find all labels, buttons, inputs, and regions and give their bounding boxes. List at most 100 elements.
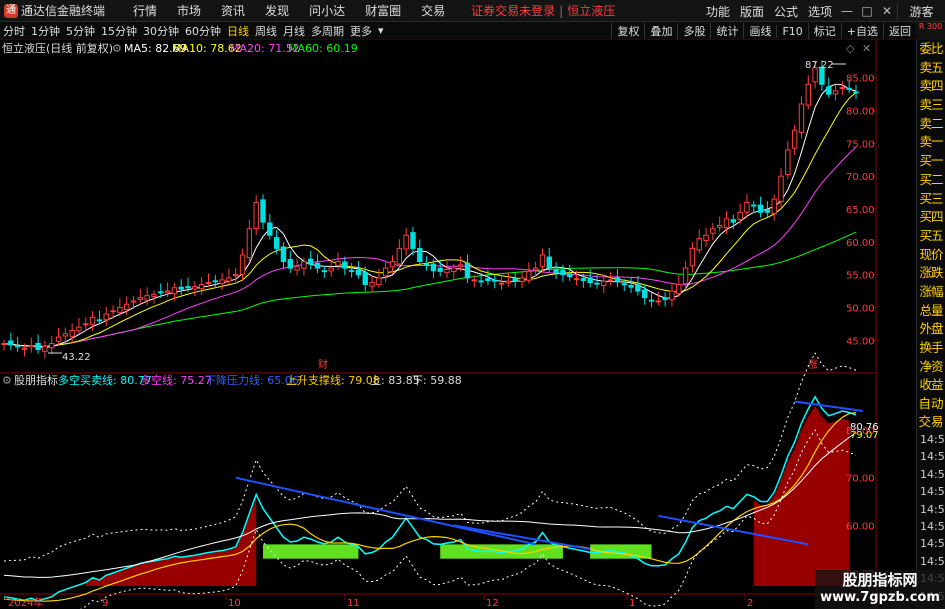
menu-trade[interactable]: 交易	[411, 2, 455, 19]
candle-body	[382, 267, 389, 277]
side-tab-9[interactable]: 买四	[917, 208, 945, 227]
candle-body	[335, 261, 341, 266]
period-15min[interactable]: 15分钟	[98, 23, 140, 39]
candle-body	[655, 300, 662, 303]
kline-chart[interactable]: 恒立液压(日线 前复权) ⚙ MA5: 82.69 MA10: 78.62 MA…	[0, 40, 916, 609]
candle-body	[348, 270, 355, 273]
indicator-area	[3, 352, 863, 609]
menu-discover[interactable]: 发现	[255, 2, 299, 19]
side-tab-5[interactable]: 卖一	[917, 133, 945, 152]
add-watchlist-button[interactable]: +自选	[840, 23, 883, 39]
ma60-line	[3, 231, 857, 347]
candle-body	[512, 278, 518, 282]
side-tab-4[interactable]: 卖二	[917, 115, 945, 134]
period-60min[interactable]: 60分钟	[182, 23, 224, 39]
separator: |	[559, 3, 564, 18]
multi-stock-button[interactable]: 多股	[677, 23, 710, 39]
menu-market[interactable]: 市场	[167, 2, 211, 19]
side-tab-16[interactable]: 换手	[917, 339, 945, 358]
candle-body	[751, 204, 757, 207]
side-tab-7[interactable]: 买二	[917, 171, 945, 190]
draw-line-button[interactable]: 画线	[743, 23, 776, 39]
side-tab-8[interactable]: 买三	[917, 190, 945, 209]
main-y-tick: 85.00	[846, 74, 875, 85]
side-tab-17[interactable]: 净资	[917, 358, 945, 377]
candle-body	[328, 267, 334, 272]
side-tab-14[interactable]: 总量	[917, 302, 945, 321]
side-tab-auto[interactable]: 自动	[917, 395, 945, 413]
period-monthly[interactable]: 月线	[280, 23, 308, 39]
security-login-status[interactable]: 证券交易未登录	[471, 2, 555, 19]
candle-body	[35, 342, 41, 350]
main-kline-area	[1, 60, 859, 359]
period-5min[interactable]: 5分钟	[63, 23, 98, 39]
period-timeshare[interactable]: 分时	[0, 23, 28, 39]
period-weekly[interactable]: 周线	[252, 23, 280, 39]
guest-button[interactable]: 游客	[897, 2, 945, 20]
x-tick: 9	[102, 598, 108, 609]
candle-body	[55, 336, 62, 342]
side-tab-6[interactable]: 买一	[917, 152, 945, 171]
candle-body	[464, 262, 471, 279]
more-dropdown-icon[interactable]: ▾	[375, 24, 387, 37]
statistics-button[interactable]: 统计	[710, 23, 743, 39]
overlay-button[interactable]: 叠加	[644, 23, 677, 39]
candle-body	[730, 219, 737, 223]
candle-body	[846, 87, 852, 91]
period-more[interactable]: 更多	[347, 23, 375, 39]
candle-body	[791, 129, 798, 149]
side-tab-12[interactable]: 涨跌	[917, 264, 945, 283]
side-tab-1[interactable]: 卖五	[917, 59, 945, 78]
candle-body	[669, 290, 675, 301]
period-daily[interactable]: 日线	[224, 23, 252, 39]
minimize-icon[interactable]: —	[837, 4, 857, 18]
menu-formula[interactable]: 公式	[769, 3, 803, 20]
candle-body	[798, 103, 805, 133]
adjust-button[interactable]: 复权	[611, 23, 644, 39]
event-marker-cai[interactable]: 财	[318, 358, 328, 371]
menu-options[interactable]: 选项	[803, 3, 837, 20]
side-tab-18[interactable]: 收益	[917, 376, 945, 395]
menu-layout[interactable]: 版面	[735, 3, 769, 20]
tick-time-2: 14:56	[920, 467, 945, 481]
indicator-y-tick: 60.00	[846, 521, 875, 532]
side-tab-2[interactable]: 卖四	[917, 77, 945, 96]
indicator-y-tick: 80.00	[846, 426, 875, 437]
side-tab-10[interactable]: 买五	[917, 227, 945, 246]
mark-button[interactable]: 标记	[807, 23, 841, 39]
candle-body	[607, 279, 614, 282]
menu-ask-xiaoda[interactable]: 问小达	[299, 2, 355, 19]
event-marker-zhang[interactable]: 涨	[808, 359, 818, 371]
period-30min[interactable]: 30分钟	[140, 23, 182, 39]
candle-body	[621, 283, 627, 286]
maximize-icon[interactable]: □	[857, 4, 877, 18]
side-tab-0[interactable]: 委比	[917, 40, 945, 59]
close-icon[interactable]: ✕	[877, 4, 897, 18]
menu-wealth-circle[interactable]: 财富圈	[355, 2, 411, 19]
menu-quotes[interactable]: 行情	[123, 2, 167, 19]
candle-body	[689, 247, 696, 267]
candle-body	[69, 329, 75, 337]
period-multi[interactable]: 多周期	[308, 23, 347, 39]
candle-body	[14, 345, 21, 348]
diamond-icon[interactable]: ◇	[846, 42, 855, 55]
candle-body	[212, 280, 218, 283]
period-1min[interactable]: 1分钟	[28, 23, 63, 39]
candle-body	[239, 254, 246, 275]
back-button[interactable]: 返回	[883, 23, 916, 39]
side-tab-trade[interactable]: 交易	[917, 413, 945, 431]
candle-body	[96, 319, 103, 322]
watermark: 股朋指标网 www.7gpzb.com	[815, 570, 945, 609]
side-tab-15[interactable]: 外盘	[917, 320, 945, 339]
menu-function[interactable]: 功能	[701, 3, 735, 20]
settings-icon[interactable]: ⚙	[112, 42, 122, 55]
f10-button[interactable]: F10	[776, 24, 807, 38]
side-tab-3[interactable]: 卖三	[917, 96, 945, 115]
menu-news[interactable]: 资讯	[211, 2, 255, 19]
side-tab-11[interactable]: 现价	[917, 246, 945, 265]
side-tab-13[interactable]: 涨幅	[917, 283, 945, 302]
indicator-settings-icon[interactable]: ⚙	[2, 374, 12, 387]
settings-close-icon[interactable]: ✕	[862, 42, 871, 55]
tick-time-3: 14:56	[920, 485, 945, 499]
candle-body	[478, 280, 484, 283]
